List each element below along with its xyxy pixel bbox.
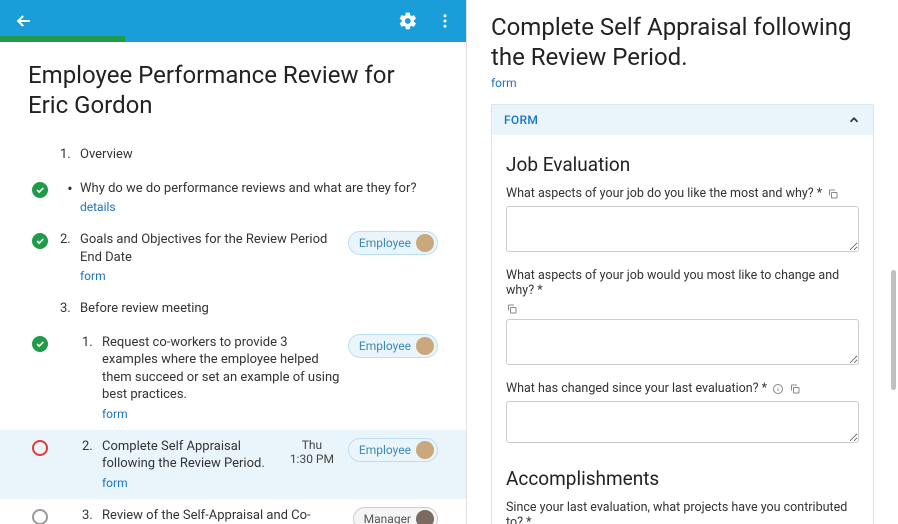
due-time: Thu1:30 PM [282,438,342,466]
status-indicator [28,231,52,249]
task-row[interactable]: 1.Request co-workers to provide 3 exampl… [28,326,438,430]
check-icon [32,182,48,198]
status-indicator [28,334,52,352]
form-header[interactable]: FORM [492,105,873,135]
field-label: What aspects of your job do you like the… [506,186,859,201]
role-col: Employee [348,438,438,462]
item-text: Goals and Objectives for the Review Peri… [80,231,348,284]
task-row[interactable]: 2.Complete Self Appraisal following the … [0,430,466,499]
item-text: Request co-workers to provide 3 examples… [102,334,348,422]
check-icon [32,336,48,352]
form-body: Job Evaluation What aspects of your job d… [492,135,873,524]
open-circle-icon [32,509,48,524]
detail-type-link[interactable]: form [491,76,874,90]
role-label: Employee [359,339,411,353]
gear-icon[interactable] [398,11,418,31]
avatar [416,337,434,355]
item-number: 2. [60,231,80,247]
detail-title: Complete Self Appraisal following the Re… [491,12,874,72]
item-text: Review of the Self-Appraisal and Co-Work… [102,507,353,524]
field-label: Since your last evaluation, what project… [506,500,859,524]
status-indicator [28,507,52,524]
copy-icon[interactable] [827,188,839,200]
task-row[interactable]: 1.Overview [28,138,438,172]
item-title: Why do we do performance reviews and wha… [80,180,430,198]
task-row[interactable]: •Why do we do performance reviews and wh… [28,172,438,224]
answer-textarea[interactable] [506,401,859,443]
item-link[interactable]: form [102,476,128,490]
role-label: Employee [359,443,411,457]
item-number: 1. [60,146,80,162]
role-label: Manager [364,512,411,524]
form-header-label: FORM [504,113,538,127]
item-title: Goals and Objectives for the Review Peri… [80,231,340,266]
item-title: Complete Self Appraisal following the Re… [102,438,274,473]
section-heading: Accomplishments [506,467,859,490]
item-number: 2. [82,438,102,454]
item-title: Overview [80,146,430,164]
item-number: 1. [82,334,102,350]
status-indicator [28,438,52,456]
item-text: Overview [80,146,438,164]
item-text: Complete Self Appraisal following the Re… [102,438,282,491]
item-number: 3. [82,507,102,523]
bullet-icon: • [60,180,80,197]
open-circle-icon [32,440,48,456]
item-title: Review of the Self-Appraisal and Co-Work… [102,507,345,524]
role-chip[interactable]: Employee [348,334,438,358]
item-link[interactable]: form [102,407,128,421]
answer-textarea[interactable] [506,319,859,365]
copy-icon[interactable] [506,303,518,315]
check-icon [32,233,48,249]
avatar [416,441,434,459]
item-number: 3. [60,300,80,316]
task-list: Employee Performance Review for Eric Gor… [0,42,466,524]
field-label: What has changed since your last evaluat… [506,381,859,396]
task-row[interactable]: 2.Goals and Objectives for the Review Pe… [28,223,438,292]
status-indicator [28,146,52,148]
topbar [0,0,466,42]
role-col: Employee [348,231,438,255]
task-row[interactable]: 3.Review of the Self-Appraisal and Co-Wo… [28,499,438,524]
scrollbar[interactable] [891,270,896,390]
item-title: Before review meeting [80,300,430,318]
role-chip[interactable]: Employee [348,438,438,462]
answer-textarea[interactable] [506,206,859,252]
status-indicator [28,300,52,302]
field-label: What aspects of your job would you most … [506,268,859,298]
item-title: Request co-workers to provide 3 examples… [102,334,340,404]
role-label: Employee [359,236,411,250]
progress-bar [0,36,125,42]
role-chip[interactable]: Manager [353,507,438,524]
role-col: Manager [353,507,438,524]
role-col: Employee [348,334,438,358]
kebab-icon[interactable] [436,12,454,30]
item-text: Before review meeting [80,300,438,318]
role-chip[interactable]: Employee [348,231,438,255]
page-title: Employee Performance Review for Eric Gor… [28,60,438,120]
copy-icon[interactable] [789,383,801,395]
task-row[interactable]: 3.Before review meeting [28,292,438,326]
chevron-up-icon [847,113,861,127]
section-heading: Job Evaluation [506,153,859,176]
left-panel: Employee Performance Review for Eric Gor… [0,0,467,524]
item-link[interactable]: details [80,200,116,214]
item-link[interactable]: form [80,269,106,283]
back-icon[interactable] [12,9,36,33]
right-panel: Complete Self Appraisal following the Re… [467,0,898,524]
info-icon[interactable] [772,383,784,395]
item-text: Why do we do performance reviews and wha… [80,180,438,216]
avatar [416,234,434,252]
status-indicator [28,180,52,198]
avatar [416,510,434,524]
form-section: FORM Job Evaluation What aspects of your … [491,104,874,524]
